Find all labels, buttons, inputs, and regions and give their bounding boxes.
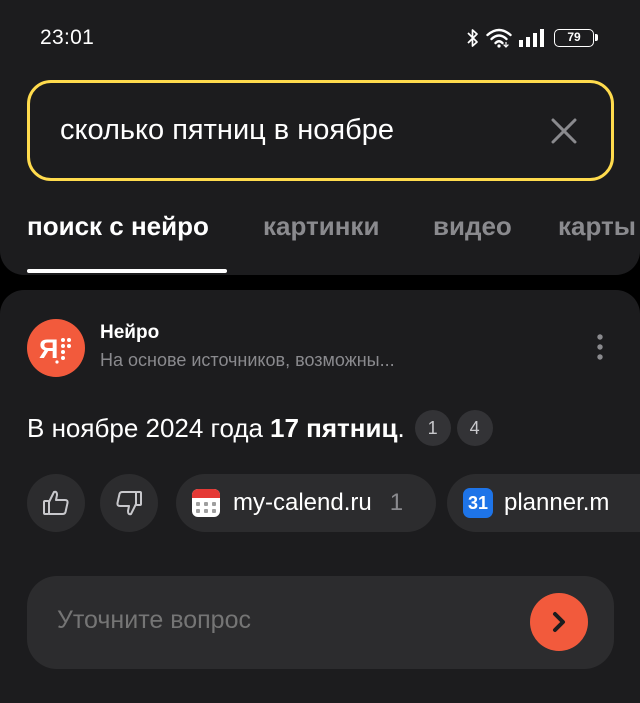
neuro-answer-card: Я Нейро На основе источников, возможны..…: [0, 290, 640, 703]
tab-images[interactable]: картинки: [263, 211, 379, 242]
tab-video[interactable]: видео: [433, 211, 512, 242]
search-tabs: поиск с нейро картинки видео карты: [0, 205, 640, 275]
tab-maps[interactable]: карты: [558, 211, 636, 242]
calendar-favicon-icon: [192, 489, 220, 517]
battery-icon: 79: [554, 29, 598, 47]
like-button[interactable]: [27, 474, 85, 532]
answer-actions: my-calend.ru 1 31 planner.m: [27, 474, 640, 532]
status-icons: 79: [467, 28, 598, 48]
more-options-icon[interactable]: [590, 332, 610, 362]
answer-suffix: .: [397, 412, 405, 443]
svg-text:Я: Я: [39, 334, 58, 364]
source-chip-my-calend[interactable]: my-calend.ru 1: [176, 474, 436, 532]
source-title: Нейро: [100, 322, 160, 343]
answer-text: В ноябре 2024 года 17 пятниц . 1 4: [27, 410, 493, 446]
thumbs-up-icon: [43, 490, 69, 515]
reference-badge[interactable]: 1: [414, 410, 451, 446]
status-bar: 23:01 79: [0, 0, 640, 78]
send-button[interactable]: [530, 593, 588, 651]
active-tab-indicator: [27, 269, 227, 273]
followup-field[interactable]: [27, 576, 614, 669]
thumbs-down-icon: [116, 491, 142, 516]
neuro-logo-icon: Я: [27, 319, 85, 377]
source-chip-label: planner.m: [504, 489, 610, 516]
wifi-icon: [486, 28, 512, 48]
source-chip-count: 1: [389, 489, 404, 516]
close-icon[interactable]: [550, 117, 578, 145]
status-time: 23:01: [40, 26, 95, 49]
source-chip-planner[interactable]: 31 planner.m: [447, 474, 640, 532]
search-field[interactable]: сколько пятниц в ноябре: [27, 80, 614, 181]
top-panel: 23:01 79 сколько пятниц в ноябре поиск с…: [0, 0, 640, 275]
calendar-31-favicon-icon: 31: [463, 488, 493, 518]
bluetooth-icon: [467, 29, 478, 47]
chevron-right-icon: [553, 612, 565, 632]
reference-badge[interactable]: 4: [456, 410, 493, 446]
answer-highlight: 17 пятниц: [270, 412, 398, 443]
source-chip-label: my-calend.ru: [233, 489, 372, 516]
answer-prefix: В ноябре 2024 года: [27, 412, 263, 443]
tab-neuro-search[interactable]: поиск с нейро: [27, 211, 209, 242]
signal-icon: [519, 29, 544, 47]
dislike-button[interactable]: [100, 474, 158, 532]
search-query[interactable]: сколько пятниц в ноябре: [60, 114, 394, 147]
source-subtitle: На основе источников, возможны...: [100, 350, 395, 370]
followup-input[interactable]: [57, 606, 517, 635]
